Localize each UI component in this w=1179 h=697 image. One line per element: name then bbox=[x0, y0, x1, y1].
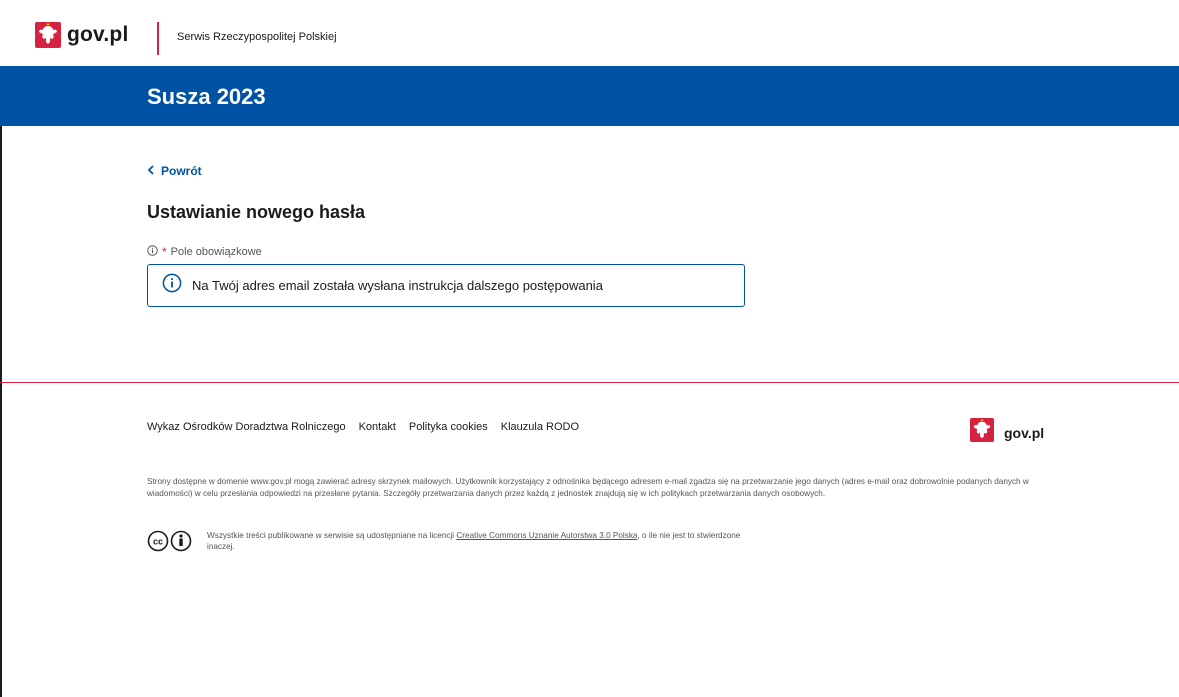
required-field-label: Pole obowiązkowe bbox=[170, 246, 262, 258]
footer-links: Wykaz Ośrodków Doradztwa Rolniczego Kont… bbox=[147, 421, 579, 433]
emblem-icon bbox=[970, 418, 994, 447]
footer-divider bbox=[0, 382, 1179, 383]
gov-logo[interactable]: gov.pl bbox=[35, 22, 128, 48]
title-banner: Susza 2023 bbox=[0, 66, 1179, 126]
license-prefix: Wszystkie treści publikowane w serwisie … bbox=[207, 531, 457, 540]
license-text: Wszystkie treści publikowane w serwisie … bbox=[207, 530, 767, 552]
service-name: Serwis Rzeczypospolitej Polskiej bbox=[177, 31, 337, 43]
info-icon bbox=[147, 245, 158, 259]
footer-link-cookies[interactable]: Polityka cookies bbox=[409, 421, 488, 433]
license-link[interactable]: Creative Commons Uznanie Autorstwa 3.0 P… bbox=[456, 531, 637, 540]
footer-link-odr[interactable]: Wykaz Ośrodków Doradztwa Rolniczego bbox=[147, 421, 346, 433]
license-block: cc Wszystkie treści publikowane w serwis… bbox=[147, 530, 767, 557]
required-field-note: * Pole obowiązkowe bbox=[147, 245, 262, 259]
back-link-label: Powrót bbox=[161, 164, 202, 178]
footer-gov-text: gov.pl bbox=[1004, 424, 1045, 441]
info-circle-icon bbox=[162, 273, 182, 298]
info-alert-text: Na Twój adres email została wysłana inst… bbox=[192, 278, 603, 293]
gov-logo-text: gov.pl bbox=[67, 23, 129, 46]
cc-icon: cc bbox=[147, 530, 193, 557]
top-header: gov.pl Serwis Rzeczypospolitej Polskiej bbox=[0, 0, 1179, 66]
emblem-icon bbox=[35, 22, 61, 48]
chevron-left-icon bbox=[147, 164, 155, 178]
footer-gov-logo[interactable]: gov.pl bbox=[970, 418, 1044, 447]
header-divider bbox=[157, 22, 159, 55]
privacy-note: Strony dostępne w domenie www.gov.pl mog… bbox=[147, 477, 1029, 498]
back-link[interactable]: Powrót bbox=[147, 164, 202, 178]
required-asterisk: * bbox=[162, 245, 167, 259]
info-alert: Na Twój adres email została wysłana inst… bbox=[147, 264, 745, 307]
svg-text:cc: cc bbox=[153, 537, 163, 547]
footer-link-rodo[interactable]: Klauzula RODO bbox=[501, 421, 579, 433]
footer-link-contact[interactable]: Kontakt bbox=[359, 421, 396, 433]
banner-title: Susza 2023 bbox=[147, 84, 266, 109]
page-title: Ustawianie nowego hasła bbox=[147, 202, 366, 222]
